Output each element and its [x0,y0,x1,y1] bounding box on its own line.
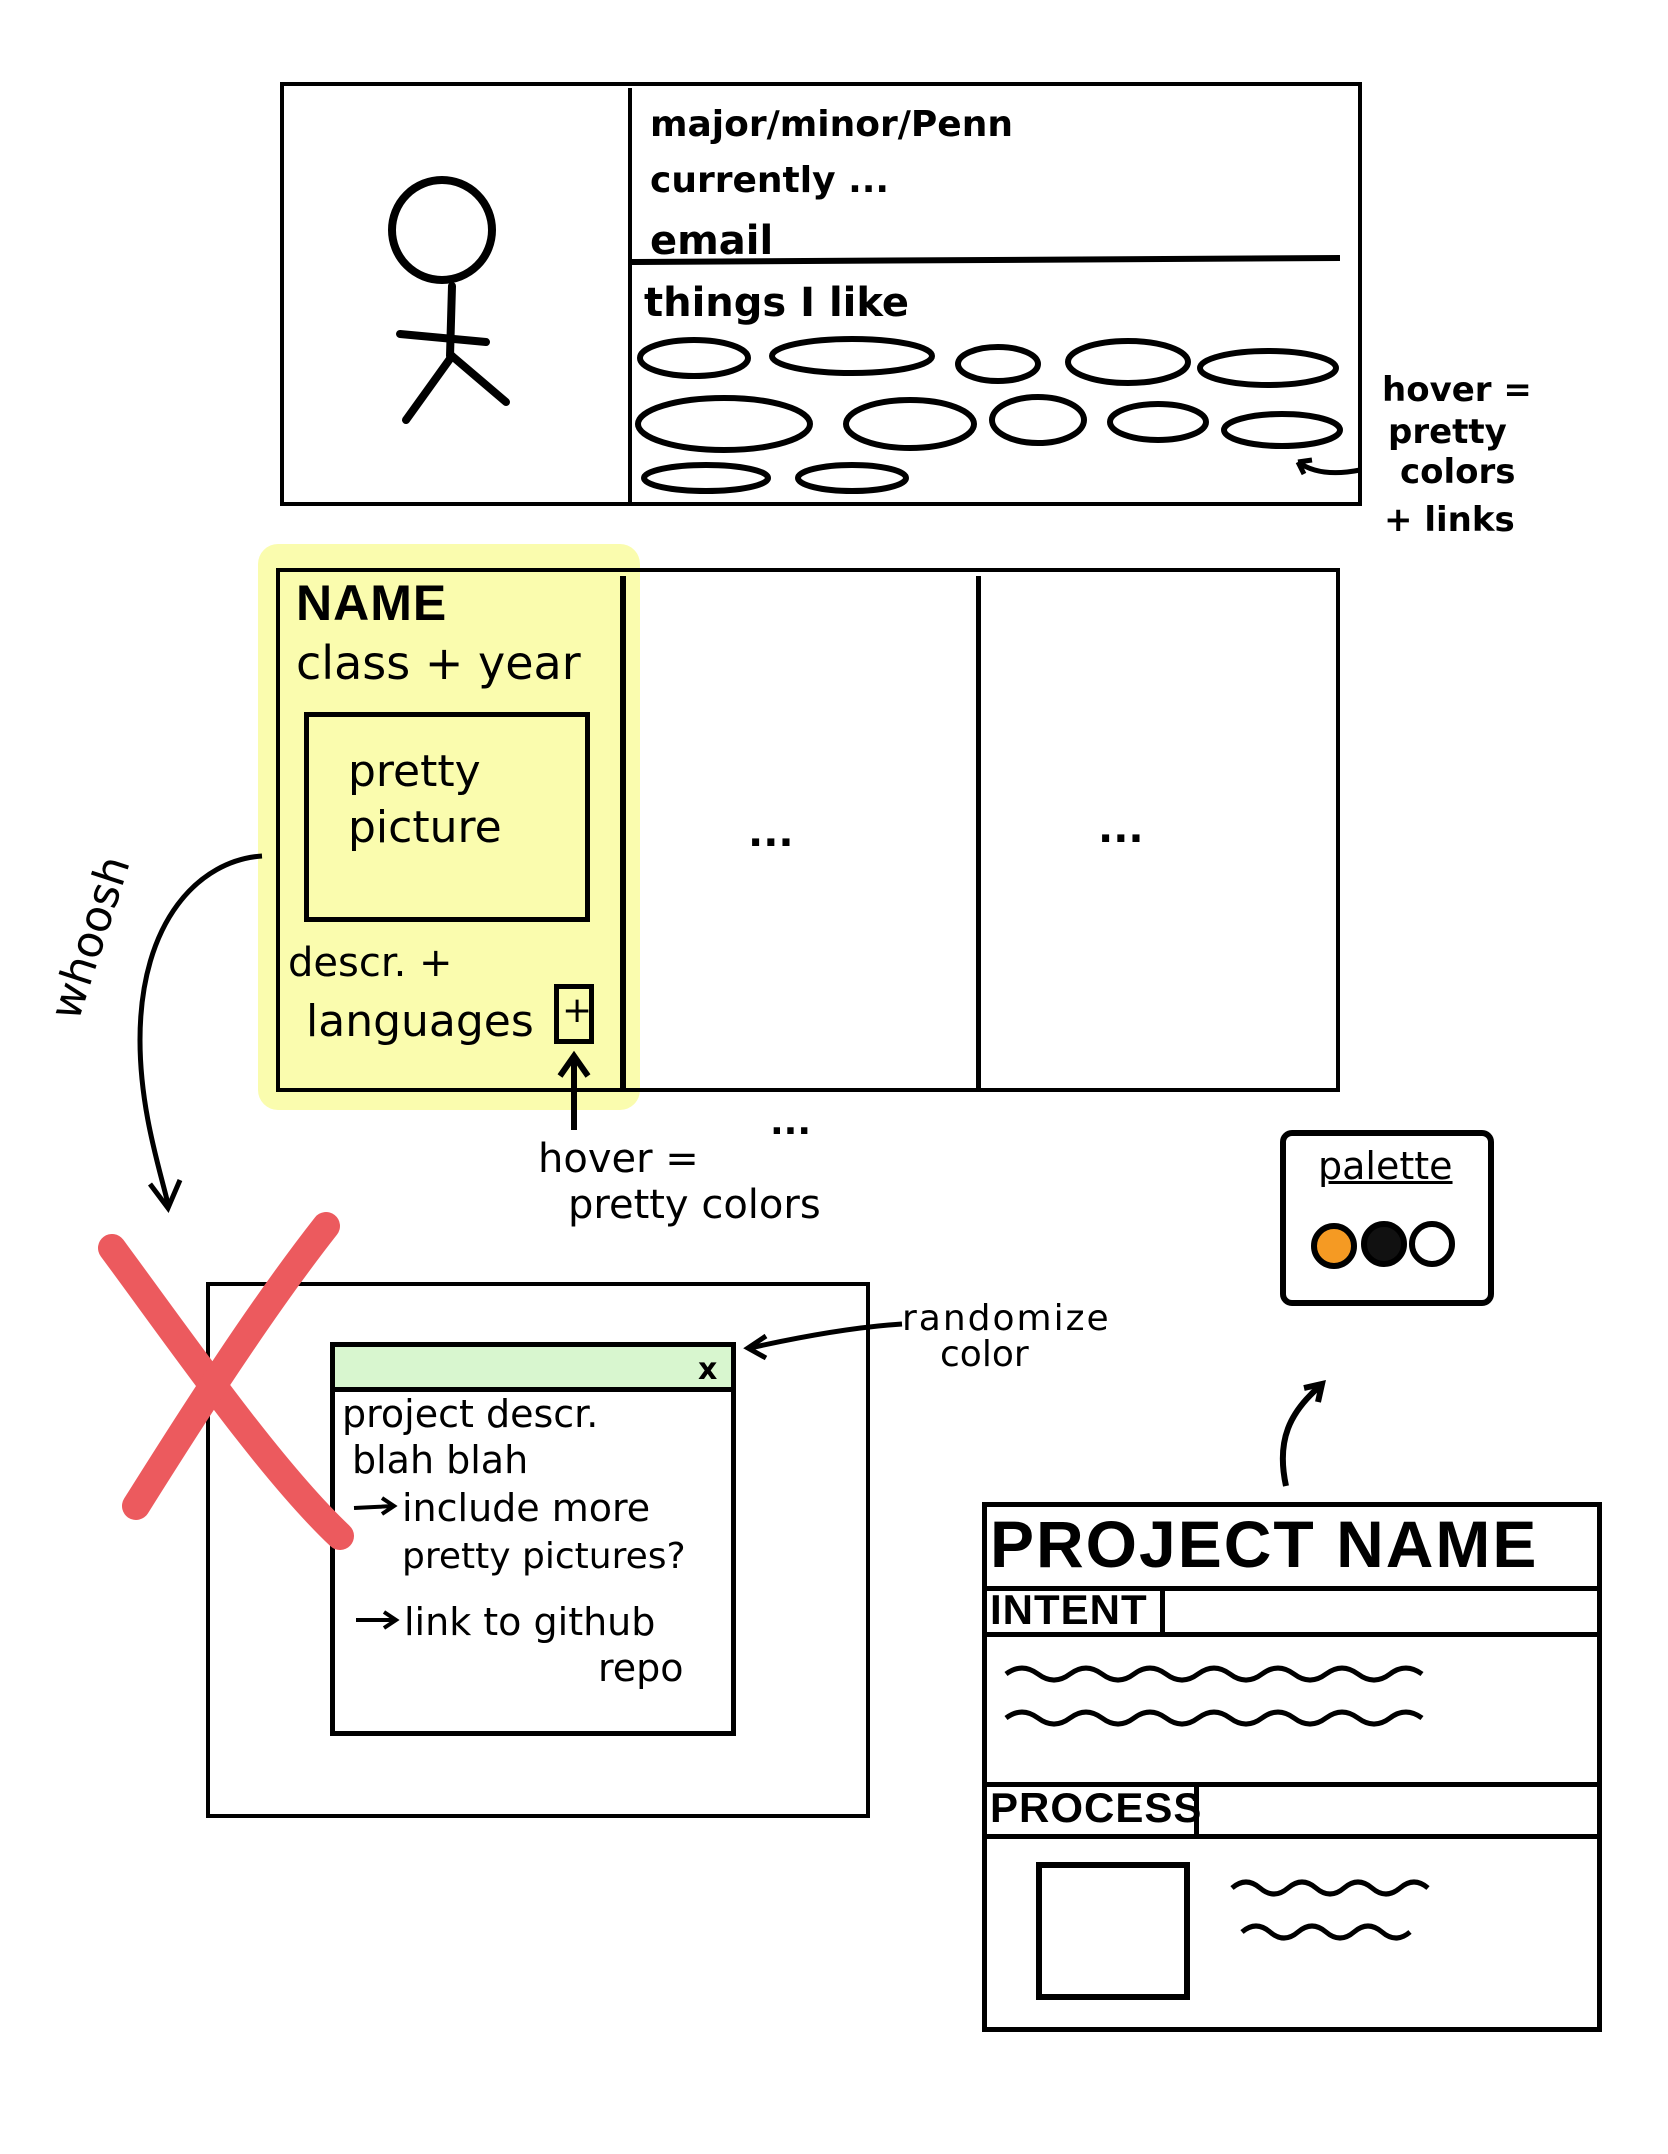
plus-icon: + [562,990,593,1031]
project-page-title: PROJECT NAME [990,1507,1539,1581]
more-cards-ellipsis: ... [770,1102,812,1143]
hover-note-tags-2: pretty [1388,412,1507,452]
popup-bullet-2a: link to github [404,1600,656,1644]
card-name: NAME [296,575,448,631]
palette-arrow [1279,1383,1322,1487]
process-tab-edge [1194,1784,1199,1834]
randomize-note-2: color [940,1334,1029,1375]
whoosh-arrow [137,853,263,1205]
popup-titlebar [335,1347,731,1392]
palette-label: palette [1318,1144,1453,1188]
card-descr: descr. + [288,940,453,986]
popup-close-icon[interactable]: x [698,1352,717,1387]
hover-note-card-1: hover = [538,1136,699,1182]
intent-heading: INTENT [990,1586,1148,1633]
card-picture-label: pretty picture [348,746,502,853]
hover-note-tags-1: hover = [1382,370,1532,410]
popup-bullet-2b: repo [598,1646,684,1690]
popup-bullet-1b: pretty pictures? [402,1536,686,1577]
intent-divider [984,1632,1600,1637]
profile-divider [628,88,632,502]
process-image [1036,1862,1190,2000]
things-heading: things I like [644,280,910,326]
card-languages: languages [306,996,534,1047]
popup-desc-2: blah blah [352,1438,529,1482]
card-3-ellipsis[interactable]: ... [1098,806,1144,852]
process-divider [984,1834,1600,1839]
popup-bullet-1a: include more [402,1486,651,1530]
profile-currently: currently ... [650,160,890,201]
randomize-note-1: randomize [902,1298,1111,1339]
card-class-year: class + year [296,636,581,690]
profile-major: major/minor/Penn [650,104,1013,145]
hover-note-tags-3: colors [1400,452,1516,492]
profile-email[interactable]: email [650,218,773,264]
card-divider-2 [976,576,981,1088]
card-divider-1 [620,576,626,1088]
popup-desc-1: project descr. [342,1392,599,1436]
whoosh-label: whoosh [40,849,141,1026]
process-heading: PROCESS [990,1784,1203,1831]
hover-note-tags-4: + links [1384,500,1515,540]
intent-tab-edge [1160,1588,1165,1634]
hover-note-card-2: pretty colors [568,1182,821,1228]
card-2-ellipsis[interactable]: ... [748,810,794,856]
